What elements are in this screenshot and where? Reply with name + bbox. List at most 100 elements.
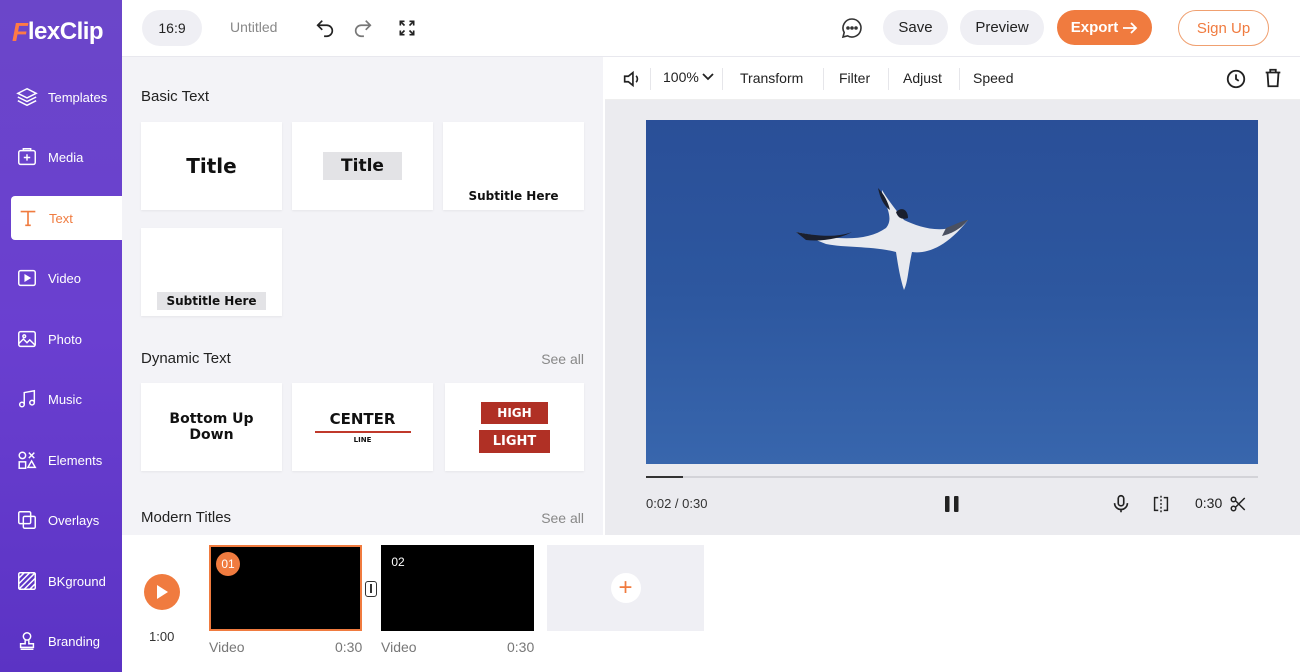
text-template-card[interactable]: Title [141, 122, 282, 210]
undo-icon[interactable] [311, 14, 339, 42]
dynamic-text-heading: Dynamic Text [141, 350, 231, 367]
preview-area: 0:02 / 0:30 0:30 [605, 100, 1300, 535]
text-template-card[interactable]: Subtitle Here [443, 122, 584, 210]
timeline: 1:00 01 Video 0:30 02 Video 0:30 + [122, 535, 1300, 672]
card-text: Title [186, 154, 237, 178]
filter-button[interactable]: Filter [839, 70, 870, 86]
volume-icon[interactable] [621, 68, 643, 95]
text-template-card[interactable]: Title [292, 122, 433, 210]
timeline-clip-01[interactable]: 01 [209, 545, 362, 631]
sidebar-item-label: Overlays [48, 512, 100, 528]
card-text: LIGHT [478, 429, 551, 453]
text-template-card[interactable]: Subtitle Here [141, 228, 282, 316]
save-button[interactable]: Save [883, 10, 948, 45]
sidebar-item-label: Templates [48, 89, 108, 105]
sidebar-item-label: BKground [48, 573, 106, 589]
sidebar: FlexClip Templates Media Text Video Phot… [0, 0, 122, 672]
text-panel: Basic Text Title Title Subtitle Here Sub… [122, 57, 603, 535]
background-icon [18, 572, 36, 590]
logo-text: lexClip [27, 18, 104, 45]
bird-image [796, 188, 968, 290]
sidebar-item-label: Video [48, 270, 82, 286]
clip-duration: 0:30 [1195, 495, 1223, 511]
toolbar-divider [823, 68, 824, 90]
sidebar-item-media[interactable]: Media [0, 135, 122, 179]
clip-duration: 0:30 [335, 639, 363, 655]
video-icon [18, 269, 36, 287]
toolbar-divider [959, 68, 960, 90]
plus-icon: + [610, 573, 641, 603]
fullscreen-icon[interactable] [393, 14, 421, 42]
overlays-icon [18, 511, 36, 529]
zoom-dropdown[interactable]: 100% [663, 69, 714, 85]
microphone-icon[interactable] [1110, 493, 1132, 520]
zoom-value: 100% [663, 69, 699, 85]
video-preview[interactable] [646, 120, 1258, 464]
chat-icon[interactable] [838, 14, 866, 42]
center-line-divider [314, 431, 411, 433]
transition-icon[interactable] [365, 581, 377, 597]
dynamic-text-see-all-link[interactable]: See all [541, 351, 584, 367]
clip-number: 01 [216, 552, 240, 576]
basic-text-heading: Basic Text [141, 88, 210, 105]
preview-button[interactable]: Preview [960, 10, 1044, 45]
clip-label: Video [381, 639, 417, 655]
sidebar-item-templates[interactable]: Templates [0, 75, 122, 119]
arrow-right-icon [1123, 21, 1138, 34]
card-text: Subtitle Here [468, 189, 559, 203]
dynamic-text-card[interactable]: CENTER LINE [292, 383, 433, 471]
adjust-button[interactable]: Adjust [903, 70, 942, 86]
toolbar-divider [888, 68, 889, 90]
sidebar-item-bkground[interactable]: BKground [0, 559, 122, 603]
layers-icon [16, 87, 38, 107]
add-clip-button[interactable]: + [547, 545, 704, 631]
speed-button[interactable]: Speed [973, 70, 1013, 86]
clock-icon[interactable] [1225, 68, 1247, 95]
modern-titles-heading: Modern Titles [141, 509, 232, 526]
timeline-clip-02[interactable]: 02 [381, 545, 534, 631]
branding-icon [19, 632, 35, 650]
card-text: Title [323, 152, 402, 180]
dynamic-text-card[interactable]: HIGH LIGHT [445, 383, 584, 471]
playback-progress-bar[interactable] [646, 476, 1258, 478]
play-button[interactable] [144, 574, 180, 610]
aspect-ratio-button[interactable]: 16:9 [142, 10, 202, 46]
trash-icon[interactable] [1262, 67, 1284, 94]
clip-number: 02 [391, 555, 405, 569]
sidebar-item-video[interactable]: Video [0, 256, 122, 300]
card-text: Bottom Up [169, 411, 254, 427]
top-bar: 16:9 Untitled Save Preview Export Sign U… [122, 0, 1300, 57]
sidebar-item-text[interactable]: Text [11, 196, 122, 240]
card-text: HIGH [481, 401, 548, 424]
sidebar-item-overlays[interactable]: Overlays [0, 498, 122, 542]
sign-up-button[interactable]: Sign Up [1178, 10, 1269, 46]
dynamic-text-card[interactable]: Bottom Up Down [141, 383, 282, 471]
sidebar-item-label: Photo [48, 331, 82, 347]
play-icon [157, 585, 168, 599]
export-button[interactable]: Export [1057, 10, 1152, 45]
toolbar-divider [722, 68, 723, 90]
progress-fill [646, 476, 683, 478]
modern-titles-see-all-link[interactable]: See all [541, 510, 584, 526]
sidebar-item-label: Branding [48, 633, 101, 649]
transform-button[interactable]: Transform [740, 70, 803, 86]
pause-icon[interactable] [943, 494, 961, 519]
sidebar-item-elements[interactable]: Elements [0, 438, 122, 482]
music-icon [18, 389, 36, 408]
redo-icon[interactable] [349, 14, 377, 42]
scissors-icon[interactable] [1229, 495, 1247, 518]
chevron-down-icon [702, 73, 714, 81]
flexclip-logo[interactable]: FlexClip [12, 14, 104, 50]
sidebar-item-label: Elements [48, 452, 103, 468]
logo-mark: F [12, 16, 28, 47]
sidebar-item-label: Media [48, 149, 84, 165]
sidebar-item-music[interactable]: Music [0, 377, 122, 421]
split-icon[interactable] [1150, 493, 1172, 520]
card-text: Down [189, 427, 234, 443]
sidebar-item-photo[interactable]: Photo [0, 317, 122, 361]
document-title[interactable]: Untitled [230, 19, 277, 35]
edit-toolbar: 100% Transform Filter Adjust Speed [605, 57, 1300, 100]
sidebar-item-branding[interactable]: Branding [0, 619, 122, 663]
elements-icon [18, 451, 37, 469]
total-time: 1:00 [149, 629, 175, 644]
